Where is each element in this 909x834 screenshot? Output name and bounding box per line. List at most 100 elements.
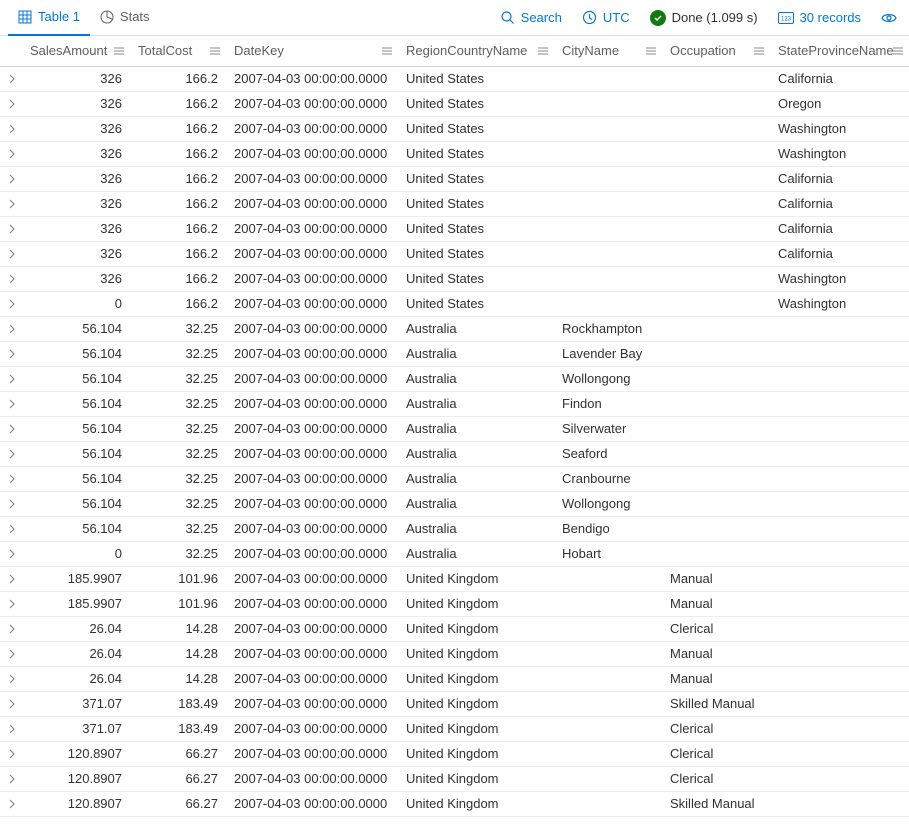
col-regioncountryname-label: RegionCountryName: [406, 43, 527, 58]
table-row[interactable]: 032.252007-04-03 00:00:00.0000AustraliaH…: [0, 541, 909, 566]
cell-totalcost: 32.25: [130, 516, 226, 541]
menu-icon[interactable]: [893, 46, 903, 56]
records-count[interactable]: 123 30 records: [768, 0, 871, 36]
table-row[interactable]: 326166.22007-04-03 00:00:00.0000United S…: [0, 141, 909, 166]
table-row[interactable]: 371.07183.492007-04-03 00:00:00.0000Unit…: [0, 691, 909, 716]
expand-row-icon[interactable]: [0, 416, 22, 441]
cell-datekey: 2007-04-03 00:00:00.0000: [226, 616, 398, 641]
expand-row-icon[interactable]: [0, 66, 22, 91]
cell-region: United States: [398, 266, 554, 291]
expand-row-icon[interactable]: [0, 91, 22, 116]
expand-row-icon[interactable]: [0, 341, 22, 366]
cell-region: United Kingdom: [398, 666, 554, 691]
table-row[interactable]: 326166.22007-04-03 00:00:00.0000United S…: [0, 66, 909, 91]
expand-row-icon[interactable]: [0, 241, 22, 266]
cell-occupation: [662, 466, 770, 491]
expand-row-icon[interactable]: [0, 591, 22, 616]
col-totalcost[interactable]: TotalCost: [130, 36, 226, 66]
table-row[interactable]: 185.9907101.962007-04-03 00:00:00.0000Un…: [0, 591, 909, 616]
table-row[interactable]: 120.890766.272007-04-03 00:00:00.0000Uni…: [0, 766, 909, 791]
expand-row-icon[interactable]: [0, 616, 22, 641]
expand-row-icon[interactable]: [0, 391, 22, 416]
tab-table-label: Table 1: [38, 9, 80, 24]
expand-row-icon[interactable]: [0, 316, 22, 341]
cell-salesamount: 326: [22, 166, 130, 191]
cell-region: United States: [398, 66, 554, 91]
table-row[interactable]: 56.10432.252007-04-03 00:00:00.0000Austr…: [0, 441, 909, 466]
menu-icon[interactable]: [646, 46, 656, 56]
tab-stats[interactable]: Stats: [90, 0, 160, 36]
expand-row-icon[interactable]: [0, 491, 22, 516]
table-row[interactable]: 56.10432.252007-04-03 00:00:00.0000Austr…: [0, 366, 909, 391]
table-row[interactable]: 56.10432.252007-04-03 00:00:00.0000Austr…: [0, 316, 909, 341]
menu-icon[interactable]: [210, 46, 220, 56]
expand-row-icon[interactable]: [0, 216, 22, 241]
col-salesamount[interactable]: SalesAmount: [22, 36, 130, 66]
table-row[interactable]: 0166.22007-04-03 00:00:00.0000United Sta…: [0, 291, 909, 316]
col-datekey[interactable]: DateKey: [226, 36, 398, 66]
visibility-button[interactable]: [871, 0, 901, 36]
cell-salesamount: 326: [22, 91, 130, 116]
expand-row-icon[interactable]: [0, 541, 22, 566]
menu-icon[interactable]: [382, 46, 392, 56]
col-stateprovincename[interactable]: StateProvinceName: [770, 36, 909, 66]
expand-row-icon[interactable]: [0, 141, 22, 166]
menu-icon[interactable]: [538, 46, 548, 56]
table-row[interactable]: 56.10432.252007-04-03 00:00:00.0000Austr…: [0, 491, 909, 516]
expand-row-icon[interactable]: [0, 466, 22, 491]
table-row[interactable]: 56.10432.252007-04-03 00:00:00.0000Austr…: [0, 416, 909, 441]
svg-text:123: 123: [781, 16, 792, 22]
table-row[interactable]: 326166.22007-04-03 00:00:00.0000United S…: [0, 241, 909, 266]
col-expand: [0, 36, 22, 66]
col-occupation[interactable]: Occupation: [662, 36, 770, 66]
cell-occupation: [662, 366, 770, 391]
col-cityname[interactable]: CityName: [554, 36, 662, 66]
expand-row-icon[interactable]: [0, 516, 22, 541]
expand-row-icon[interactable]: [0, 291, 22, 316]
table-row[interactable]: 326166.22007-04-03 00:00:00.0000United S…: [0, 166, 909, 191]
timezone-button[interactable]: UTC: [572, 0, 640, 36]
expand-row-icon[interactable]: [0, 666, 22, 691]
table-row[interactable]: 326166.22007-04-03 00:00:00.0000United S…: [0, 191, 909, 216]
table-row[interactable]: 56.10432.252007-04-03 00:00:00.0000Austr…: [0, 341, 909, 366]
table-row[interactable]: 56.10432.252007-04-03 00:00:00.0000Austr…: [0, 466, 909, 491]
cell-totalcost: 166.2: [130, 91, 226, 116]
expand-row-icon[interactable]: [0, 116, 22, 141]
expand-row-icon[interactable]: [0, 716, 22, 741]
expand-row-icon[interactable]: [0, 166, 22, 191]
table-row[interactable]: 56.10432.252007-04-03 00:00:00.0000Austr…: [0, 391, 909, 416]
cell-state: [770, 391, 909, 416]
table-row[interactable]: 120.890766.272007-04-03 00:00:00.0000Uni…: [0, 741, 909, 766]
menu-icon[interactable]: [114, 46, 124, 56]
expand-row-icon[interactable]: [0, 191, 22, 216]
table-row[interactable]: 326166.22007-04-03 00:00:00.0000United S…: [0, 216, 909, 241]
expand-row-icon[interactable]: [0, 691, 22, 716]
col-regioncountryname[interactable]: RegionCountryName: [398, 36, 554, 66]
expand-row-icon[interactable]: [0, 766, 22, 791]
expand-row-icon[interactable]: [0, 641, 22, 666]
table-row[interactable]: 326166.22007-04-03 00:00:00.0000United S…: [0, 266, 909, 291]
table-row[interactable]: 26.0414.282007-04-03 00:00:00.0000United…: [0, 641, 909, 666]
expand-row-icon[interactable]: [0, 791, 22, 816]
tab-table[interactable]: Table 1: [8, 0, 90, 36]
expand-row-icon[interactable]: [0, 741, 22, 766]
cell-state: [770, 616, 909, 641]
menu-icon[interactable]: [754, 46, 764, 56]
table-row[interactable]: 371.07183.492007-04-03 00:00:00.0000Unit…: [0, 716, 909, 741]
cell-occupation: [662, 216, 770, 241]
expand-row-icon[interactable]: [0, 266, 22, 291]
table-row[interactable]: 120.890766.272007-04-03 00:00:00.0000Uni…: [0, 791, 909, 816]
table-row[interactable]: 56.10432.252007-04-03 00:00:00.0000Austr…: [0, 516, 909, 541]
expand-row-icon[interactable]: [0, 566, 22, 591]
table-row[interactable]: 26.0414.282007-04-03 00:00:00.0000United…: [0, 616, 909, 641]
table-row[interactable]: 326166.22007-04-03 00:00:00.0000United S…: [0, 91, 909, 116]
expand-row-icon[interactable]: [0, 366, 22, 391]
search-button[interactable]: Search: [490, 0, 572, 36]
table-row[interactable]: 185.9907101.962007-04-03 00:00:00.0000Un…: [0, 566, 909, 591]
table-row[interactable]: 326166.22007-04-03 00:00:00.0000United S…: [0, 116, 909, 141]
cell-salesamount: 326: [22, 116, 130, 141]
cell-city: [554, 241, 662, 266]
table-row[interactable]: 26.0414.282007-04-03 00:00:00.0000United…: [0, 666, 909, 691]
expand-row-icon[interactable]: [0, 441, 22, 466]
cell-state: [770, 641, 909, 666]
